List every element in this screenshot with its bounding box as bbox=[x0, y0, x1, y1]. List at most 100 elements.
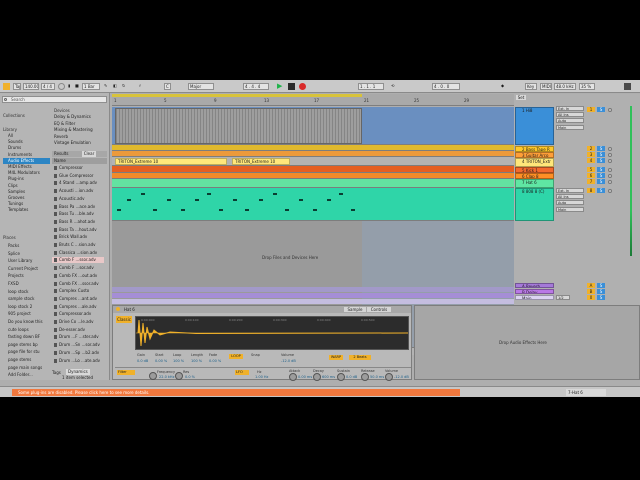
result-file-item[interactable]: Drum ...Lo ...ate.adv bbox=[52, 358, 104, 364]
result-file-item[interactable]: Comb FX ...out.adv bbox=[52, 273, 104, 279]
place-item[interactable]: fasting down BF bbox=[8, 334, 52, 340]
track-activator-button[interactable]: 1 bbox=[587, 107, 595, 112]
device-on-icon[interactable] bbox=[116, 307, 120, 311]
return-lane-a[interactable] bbox=[112, 287, 514, 292]
warp-button[interactable]: WARP bbox=[329, 355, 343, 360]
param-value-fade[interactable]: 0.00 % bbox=[209, 359, 221, 363]
track-arm-icon[interactable] bbox=[608, 174, 612, 178]
track-activator-button[interactable]: 5 bbox=[587, 167, 595, 172]
place-item[interactable]: Do you know this bbox=[8, 319, 52, 325]
track-header-7[interactable]: 7 Hat 6 bbox=[515, 179, 554, 188]
play-icon[interactable]: ▶ bbox=[277, 83, 284, 90]
env-attack-knob[interactable] bbox=[289, 373, 297, 381]
result-file-item[interactable]: Drive Co ...le.adv bbox=[52, 319, 104, 325]
place-item[interactable]: cute loops bbox=[8, 327, 52, 333]
result-file-item[interactable]: Compres ...ale.adv bbox=[52, 304, 104, 310]
track-header-4[interactable]: 4 TRITON_Extr bbox=[515, 158, 554, 167]
track-solo-button[interactable]: S bbox=[597, 188, 605, 193]
env-sustain-value[interactable]: 0.0 dB bbox=[346, 375, 357, 379]
track-arm-icon[interactable] bbox=[608, 189, 612, 193]
device-folder-item[interactable]: Delay & Dynamics bbox=[52, 114, 104, 120]
track-arm-icon[interactable] bbox=[608, 153, 612, 157]
audio-effects-drop-zone[interactable]: Drop Audio Effects Here bbox=[414, 305, 640, 380]
result-file-item[interactable]: Brick Wall.adv bbox=[52, 234, 104, 240]
loop-toggle-button[interactable]: LOOP bbox=[229, 354, 243, 359]
scale-root-select[interactable]: C bbox=[164, 83, 171, 90]
lfo-rate-value[interactable]: 1.00 Hz bbox=[255, 375, 268, 379]
return-solo-button[interactable]: S bbox=[597, 289, 605, 294]
env-release-value[interactable]: 50.0 ms bbox=[370, 375, 384, 379]
return-header-1[interactable]: A Reverb bbox=[515, 283, 554, 288]
main-output-select[interactable]: 1/2 bbox=[556, 295, 570, 300]
category-midi-effects[interactable]: MIDI Effects bbox=[8, 164, 50, 170]
input-routing-select[interactable]: Auto bbox=[556, 200, 584, 205]
result-file-item[interactable]: Acoustic.adv bbox=[52, 196, 104, 202]
key-icon[interactable]: ♯ bbox=[138, 83, 144, 90]
device-folder-item[interactable]: Devices bbox=[52, 108, 104, 114]
track-arm-icon[interactable] bbox=[608, 108, 612, 112]
track-arm-icon[interactable] bbox=[608, 159, 612, 163]
name-column-header[interactable]: Name bbox=[52, 158, 107, 164]
tempo-field[interactable]: 140.00 bbox=[23, 83, 39, 90]
return-activator-button[interactable]: A bbox=[587, 283, 595, 288]
return-lane-b[interactable] bbox=[112, 293, 514, 298]
track-activator-button[interactable]: 7 bbox=[587, 179, 595, 184]
track-activator-button[interactable]: 8 bbox=[587, 188, 595, 193]
category-samples[interactable]: Samples bbox=[8, 189, 50, 195]
return-solo-button[interactable]: S bbox=[597, 283, 605, 288]
result-file-item[interactable]: Drum ...Sn ...sor.adv bbox=[52, 342, 104, 348]
position-field[interactable]: 1 . 1 . 1 bbox=[358, 83, 384, 90]
plugin-warning-message[interactable]: Some plug-ins are disabled. Please click… bbox=[12, 389, 460, 396]
category-drums[interactable]: Drums bbox=[8, 145, 50, 151]
beats-select[interactable]: 2 Beats bbox=[349, 355, 371, 360]
waveform-display[interactable]: 0:00:000 0:00:100 0:00:200 0:00:300 0:00:400… bbox=[135, 316, 409, 350]
result-file-item[interactable]: Classica ...sion.adv bbox=[52, 250, 104, 256]
track-header-8[interactable]: 8 808 8 (C) bbox=[515, 188, 554, 221]
midi-clip-triton-1[interactable]: TRITON_Extreme 10 bbox=[115, 158, 227, 165]
track-solo-button[interactable]: S bbox=[597, 146, 605, 151]
category-grooves[interactable]: Grooves bbox=[8, 195, 50, 201]
place-item[interactable]: Add Folder... bbox=[8, 372, 52, 378]
tab-sample[interactable]: Sample bbox=[344, 307, 366, 312]
track-arm-icon[interactable] bbox=[608, 168, 612, 172]
result-file-item[interactable]: Bass Tu ...ble.adv bbox=[52, 211, 104, 217]
return-activator-button[interactable]: B bbox=[587, 289, 595, 294]
place-item[interactable]: Projects bbox=[8, 273, 52, 279]
loop-toggle-icon[interactable]: ⟲ bbox=[390, 83, 396, 90]
metronome-icon[interactable] bbox=[58, 83, 65, 90]
key-map-button[interactable]: Key bbox=[525, 83, 537, 90]
tap-button[interactable]: Tap bbox=[13, 83, 21, 90]
follow-icon[interactable]: ▮ bbox=[67, 83, 72, 90]
env-attack-value[interactable]: 0.00 ms bbox=[298, 375, 312, 379]
track-activator-button[interactable]: 4 bbox=[587, 158, 595, 163]
category-audio-effects[interactable]: Audio Effects bbox=[3, 157, 50, 164]
param-value-loop[interactable]: 100 % bbox=[173, 359, 184, 363]
place-item[interactable]: page main songs bbox=[8, 365, 52, 371]
category-sounds[interactable]: Sounds bbox=[8, 139, 50, 145]
place-item[interactable]: page file for stu bbox=[8, 349, 52, 355]
clear-button[interactable]: Clear bbox=[82, 151, 96, 157]
result-file-item[interactable]: Bass R ...ahot.adv bbox=[52, 219, 104, 225]
env-decay-value[interactable]: 600 ms bbox=[322, 375, 335, 379]
return-activator-button[interactable]: 0 bbox=[587, 295, 595, 300]
device-folder-item[interactable]: Reverb bbox=[52, 134, 104, 140]
input-routing-select[interactable]: Ext. In bbox=[556, 106, 584, 111]
track-activator-button[interactable]: 3 bbox=[587, 152, 595, 157]
track-lane-kick[interactable] bbox=[112, 166, 514, 173]
result-file-item[interactable]: Bruts C ...sion.adv bbox=[52, 242, 104, 248]
result-file-item[interactable]: Compressor.adv bbox=[52, 311, 104, 317]
device-folder-item[interactable]: Mixing & Mastering bbox=[52, 127, 104, 133]
category-all[interactable]: All bbox=[8, 133, 50, 139]
selected-track-indicator[interactable]: 7-Hat 6 bbox=[566, 389, 606, 396]
place-item[interactable]: User Library bbox=[8, 258, 52, 264]
place-item[interactable]: loop stock 2 bbox=[8, 304, 52, 310]
result-file-item[interactable]: Bass Ta ...hout.adv bbox=[52, 227, 104, 233]
env-sustain-knob[interactable] bbox=[337, 373, 345, 381]
return-solo-button[interactable]: S bbox=[597, 295, 605, 300]
track-solo-button[interactable]: S bbox=[597, 179, 605, 184]
classic-mode-button[interactable]: Classic bbox=[116, 316, 132, 323]
track-solo-button[interactable]: S bbox=[597, 158, 605, 163]
frequency-value[interactable]: 22.0 kHz bbox=[159, 375, 174, 379]
category-templates[interactable]: Templates bbox=[8, 207, 50, 213]
loop-start-field[interactable]: 4 . 4 . 4 bbox=[243, 83, 269, 90]
